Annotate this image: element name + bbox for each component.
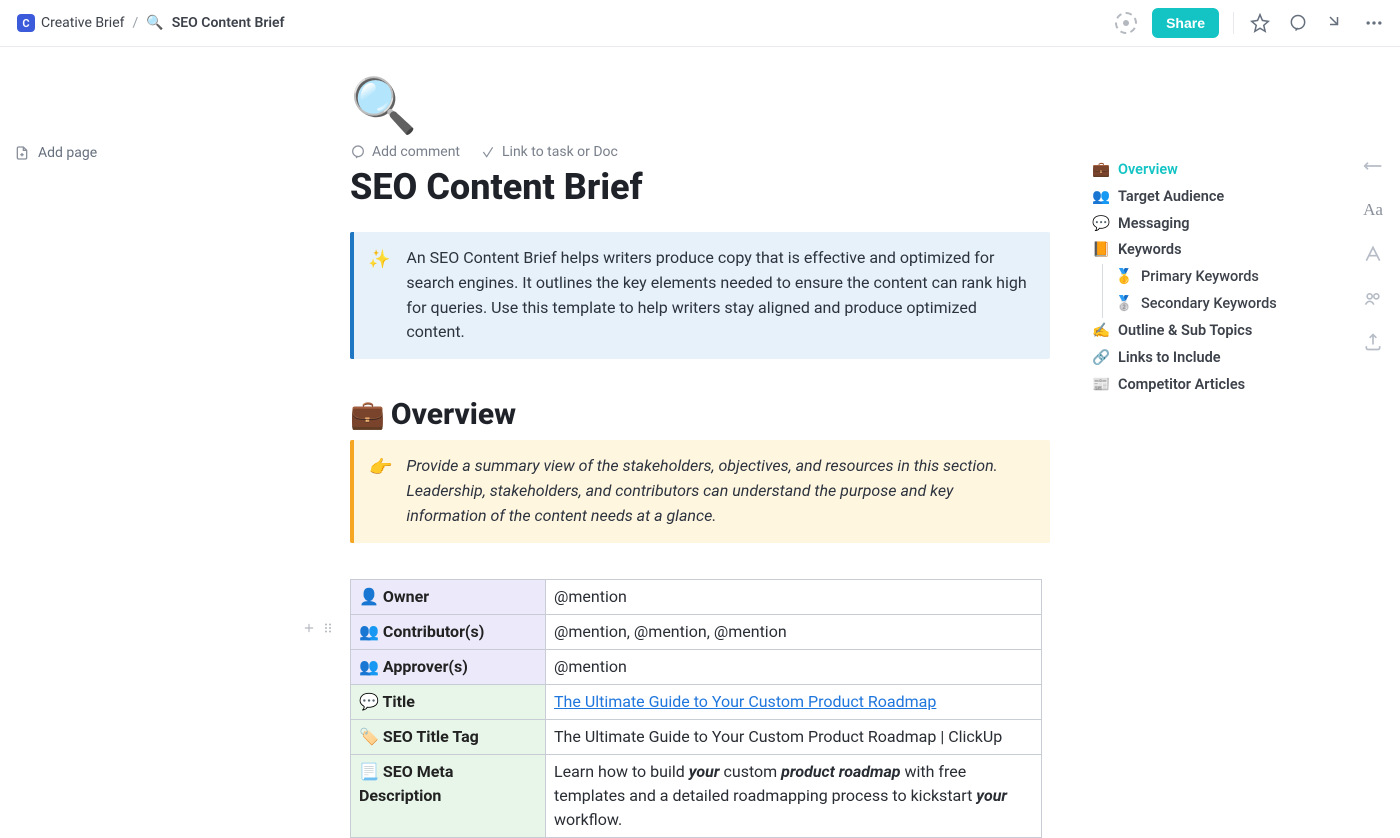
overview-heading-text: Overview xyxy=(391,397,516,432)
sparkles-icon: ✨ xyxy=(368,246,390,345)
toc-item-audience[interactable]: 👥 Target Audience xyxy=(1092,184,1322,211)
toc-item-overview[interactable]: 💼 Overview xyxy=(1092,157,1322,184)
intro-callout-text[interactable]: An SEO Content Brief helps writers produ… xyxy=(406,246,1034,345)
table-row[interactable]: 👥 Contributor(s) @mention, @mention, @me… xyxy=(351,614,1042,649)
meta-actions: Add comment Link to task or Doc xyxy=(350,144,1050,160)
tool-rail: Aa xyxy=(1356,155,1390,353)
theme-icon[interactable] xyxy=(1114,11,1138,35)
briefcase-icon: 💼 xyxy=(1092,157,1112,184)
workspace-icon[interactable]: C xyxy=(17,14,35,32)
table-row[interactable]: 👤 Owner @mention xyxy=(351,579,1042,614)
table-row[interactable]: 🏷️ SEO Title Tag The Ultimate Guide to Y… xyxy=(351,719,1042,754)
font-size-icon[interactable]: Aa xyxy=(1362,199,1384,221)
speech-icon: 💬 xyxy=(1092,211,1112,238)
overview-callout-text[interactable]: Provide a summary view of the stakeholde… xyxy=(406,454,1034,528)
intro-callout: ✨ An SEO Content Brief helps writers pro… xyxy=(350,232,1050,359)
breadcrumb-parent[interactable]: Creative Brief xyxy=(41,15,125,31)
toc-item-outline[interactable]: ✍️ Outline & Sub Topics xyxy=(1092,318,1322,345)
toc-label: Keywords xyxy=(1118,237,1182,264)
toc-item-keywords[interactable]: 📙 Keywords xyxy=(1092,237,1322,264)
approvers-label: 👥 Approver(s) xyxy=(351,649,546,684)
page-title[interactable]: SEO Content Brief xyxy=(350,166,1050,208)
silver-medal-icon: 🥈 xyxy=(1115,291,1135,318)
toc-label: Messaging xyxy=(1118,211,1190,238)
title-link[interactable]: The Ultimate Guide to Your Custom Produc… xyxy=(554,692,936,711)
meta-label: 📃 SEO Meta Description xyxy=(351,754,546,837)
toc-label: Competitor Articles xyxy=(1118,372,1245,399)
briefcase-icon: 💼 xyxy=(350,398,385,431)
add-comment-button[interactable]: Add comment xyxy=(350,144,460,160)
toc-label: Overview xyxy=(1118,157,1178,184)
seo-title-value[interactable]: The Ultimate Guide to Your Custom Produc… xyxy=(546,719,1042,754)
gold-medal-icon: 🥇 xyxy=(1115,264,1135,291)
contributors-value[interactable]: @mention, @mention, @mention xyxy=(546,614,1042,649)
people-icon: 👥 xyxy=(1092,184,1112,211)
pointing-icon: 👉 xyxy=(368,454,390,528)
top-actions: Share xyxy=(1114,8,1386,38)
toc-item-competitor[interactable]: 📰 Competitor Articles xyxy=(1092,372,1322,399)
left-gutter: Add page xyxy=(0,47,350,788)
toc-label: Secondary Keywords xyxy=(1141,291,1277,318)
toc-item-messaging[interactable]: 💬 Messaging xyxy=(1092,211,1322,238)
row-handles[interactable] xyxy=(302,621,334,635)
table-row[interactable]: 💬 Title The Ultimate Guide to Your Custo… xyxy=(351,684,1042,719)
news-icon: 📰 xyxy=(1092,372,1112,399)
writing-icon: ✍️ xyxy=(1092,318,1112,345)
more-icon[interactable] xyxy=(1362,11,1386,35)
ai-icon[interactable] xyxy=(1362,243,1384,265)
owner-label: 👤 Owner xyxy=(351,579,546,614)
add-page-label: Add page xyxy=(38,145,97,161)
title-label: 💬 Title xyxy=(351,684,546,719)
toc-item-links[interactable]: 🔗 Links to Include xyxy=(1092,345,1322,372)
link-to-label: Link to task or Doc xyxy=(502,144,618,160)
toc-item-secondary-keywords[interactable]: 🥈 Secondary Keywords xyxy=(1102,291,1322,318)
table-row[interactable]: 📃 SEO Meta Description Learn how to buil… xyxy=(351,754,1042,837)
toc-label: Outline & Sub Topics xyxy=(1118,318,1252,345)
toc-label: Primary Keywords xyxy=(1141,264,1259,291)
topbar: C Creative Brief / 🔍 SEO Content Brief S… xyxy=(0,0,1400,47)
approvers-value[interactable]: @mention xyxy=(546,649,1042,684)
overview-table: 👤 Owner @mention 👥 Contributor(s) @menti… xyxy=(350,579,1042,838)
breadcrumb-current[interactable]: SEO Content Brief xyxy=(172,15,285,31)
breadcrumb-page-emoji: 🔍 xyxy=(146,15,163,31)
link-icon: 🔗 xyxy=(1092,345,1112,372)
contributors-label: 👥 Contributor(s) xyxy=(351,614,546,649)
comment-icon[interactable] xyxy=(1286,11,1310,35)
toc-label: Links to Include xyxy=(1118,345,1221,372)
toc-label: Target Audience xyxy=(1118,184,1224,211)
breadcrumb-separator: / xyxy=(133,15,139,31)
overview-callout: 👉 Provide a summary view of the stakehol… xyxy=(350,440,1050,542)
collab-icon[interactable] xyxy=(1362,287,1384,309)
book-icon: 📙 xyxy=(1092,237,1112,264)
star-icon[interactable] xyxy=(1248,11,1272,35)
page-emoji[interactable]: 🔍 xyxy=(350,75,1050,138)
toc-item-primary-keywords[interactable]: 🥇 Primary Keywords xyxy=(1102,264,1322,291)
share-button[interactable]: Share xyxy=(1152,8,1219,38)
export-icon[interactable] xyxy=(1362,331,1384,353)
link-to-button[interactable]: Link to task or Doc xyxy=(480,144,618,160)
add-comment-label: Add comment xyxy=(372,144,460,160)
title-value[interactable]: The Ultimate Guide to Your Custom Produc… xyxy=(546,684,1042,719)
owner-value[interactable]: @mention xyxy=(546,579,1042,614)
overview-heading[interactable]: 💼 Overview xyxy=(350,397,1050,432)
meta-value[interactable]: Learn how to build your custom product r… xyxy=(546,754,1042,837)
table-of-contents: 💼 Overview 👥 Target Audience 💬 Messaging… xyxy=(1092,157,1322,398)
collapse-icon[interactable] xyxy=(1324,11,1348,35)
divider xyxy=(1233,12,1234,34)
width-toggle-icon[interactable] xyxy=(1362,155,1384,177)
add-page-button[interactable]: Add page xyxy=(14,145,97,161)
breadcrumb: C Creative Brief / 🔍 SEO Content Brief xyxy=(17,14,285,32)
seo-title-label: 🏷️ SEO Title Tag xyxy=(351,719,546,754)
document: 🔍 Add comment Link to task or Doc SEO Co… xyxy=(350,47,1050,788)
table-row[interactable]: 👥 Approver(s) @mention xyxy=(351,649,1042,684)
